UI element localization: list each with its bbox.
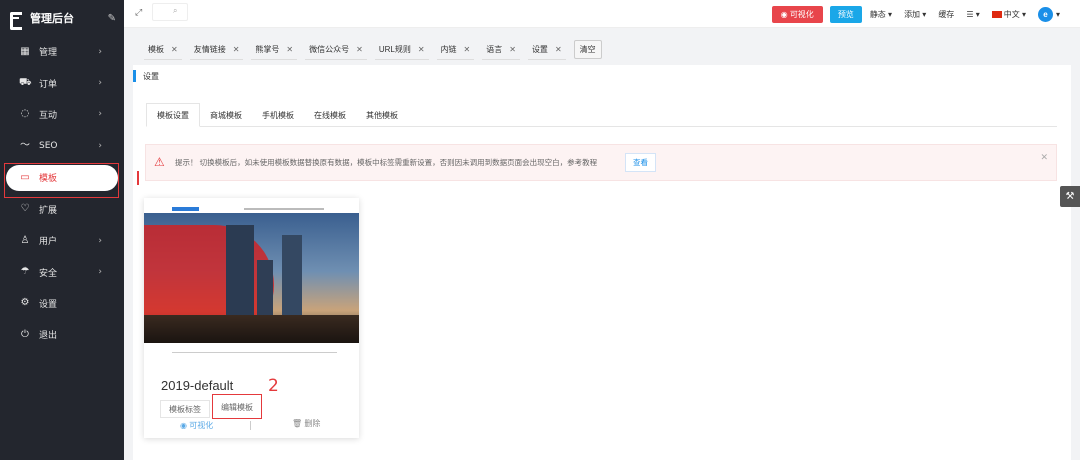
caret-down-icon: ▾ [920,9,927,19]
visual-button[interactable]: ◉ 可视化 [771,5,823,23]
caret-down-icon: ▾ [885,9,893,19]
caret-down-icon: ▾ [1055,9,1060,19]
highlight-box [4,163,119,198]
sidebar-item-settings[interactable]: ⚙ 设置 [0,288,124,319]
sidebar-item-user[interactable]: ♙ 用户 › [0,225,124,256]
brand: 管理后台 ✎ [0,0,124,36]
expand-icon[interactable]: ⤢ [135,7,142,18]
sidebar-item-interact[interactable]: ◌ 互动 › [0,99,124,130]
view-tutorial-button[interactable]: 查看 [625,153,656,172]
wrench-icon[interactable]: ⚒ [1060,186,1080,207]
subtab-online-templates[interactable]: 在线模板 [304,103,356,127]
search-icon: ⌕ [173,6,178,15]
umbrella-icon: ☂ [20,266,30,278]
user-menu[interactable]: e ▾ [1037,6,1060,22]
alert-message: 提示！ 切换模板后，如未使用模板数据替换原有数据，模板中标签需重新设置，否则因未… [175,158,598,167]
search-input[interactable]: ⌕ [152,3,188,21]
user-icon: ♙ [20,234,30,246]
tab-xiongzhang[interactable]: 熊掌号 ✕ [251,40,298,60]
sidebar: 管理后台 ✎ ▦ 管理 › ⛟ 订单 › ◌ 互动 › 〜 SEO › ▭ 模板… [0,0,124,460]
list-icon: ☰ [966,9,974,19]
tab-internal-links[interactable]: 内链 ✕ [436,40,475,60]
breadcrumb-marker [133,70,136,82]
eye-icon: ◉ [780,9,790,19]
chevron-right-icon: › [98,78,102,89]
sidebar-item-logout[interactable]: ⏻ 退出 [0,319,124,350]
main-panel: 设置 模板设置 商城模板 手机模板 在线模板 其他模板 ⚠ 提示！ 切换模板后，… [133,65,1071,460]
static-menu[interactable]: 静态 ▾ [870,9,892,20]
template-name: 2019-default [161,378,234,393]
preview-button[interactable]: 预览 [829,5,862,23]
subtab-other-templates[interactable]: 其他模板 [356,103,408,127]
template-card: 2019-default 模板标签 编辑模板 ◉ 可视化 🗑 删除 [144,198,359,438]
tab-language[interactable]: 语言 ✕ [482,40,520,60]
template-tags-button[interactable]: 模板标签 [160,400,210,418]
caret-down-icon: ▾ [1019,9,1026,19]
sidebar-item-orders[interactable]: ⛟ 订单 › [0,67,124,98]
divider [250,421,251,430]
close-icon[interactable]: ✕ [464,45,471,54]
sidebar-item-extend[interactable]: ♡ 扩展 [0,194,124,225]
cache-link[interactable]: 缓存 [938,9,954,20]
layout-menu[interactable]: ☰ ▾ [966,10,979,19]
logo-icon [8,11,22,30]
chevron-right-icon: › [98,46,102,57]
chat-icon: ◌ [20,108,30,120]
tab-wechat[interactable]: 微信公众号 ✕ [305,40,367,60]
tab-url-rules[interactable]: URL规则 ✕ [374,40,429,60]
template-thumbnail[interactable] [144,205,359,365]
close-icon[interactable]: ✕ [555,45,562,54]
close-icon[interactable]: ✕ [1040,152,1048,163]
warning-icon: ⚠ [154,155,165,169]
tab-friend-links[interactable]: 友情链接 ✕ [189,40,244,60]
app-title: 管理后台 [30,12,74,25]
close-icon[interactable]: ✕ [356,45,363,54]
visual-edit-link[interactable]: ◉ 可视化 [180,420,213,431]
sidebar-item-seo[interactable]: 〜 SEO › [0,130,124,161]
power-icon: ⏻ [21,328,29,340]
chevron-right-icon: › [98,109,102,120]
trash-icon: 🗑 [292,419,305,428]
chevron-right-icon: › [98,140,102,151]
edit-template-button[interactable]: 编辑模板 [212,394,262,419]
sidebar-item-manage[interactable]: ▦ 管理 › [0,36,124,67]
template-subtabs: 模板设置 商城模板 手机模板 在线模板 其他模板 [146,103,1057,127]
chevron-right-icon: › [98,235,102,246]
close-icon[interactable]: ✕ [509,45,516,54]
tab-settings[interactable]: 设置 ✕ [527,40,566,60]
subtab-mobile-templates[interactable]: 手机模板 [252,103,304,127]
caret-down-icon: ▾ [973,9,980,19]
heart-icon: ♡ [20,203,30,215]
breadcrumb: 设置 [143,72,159,81]
trend-icon: 〜 [20,139,30,151]
close-icon[interactable]: ✕ [418,45,425,54]
language-menu[interactable]: 中文 ▾ [991,9,1026,20]
subtab-mall-templates[interactable]: 商城模板 [200,103,252,127]
add-menu[interactable]: 添加 ▾ [904,9,926,20]
delete-link[interactable]: 🗑 删除 [292,418,320,429]
close-icon[interactable]: ✕ [233,45,240,54]
annotation-marker [137,171,139,185]
page-tabs: 模板 ✕ 友情链接 ✕ 熊掌号 ✕ 微信公众号 ✕ URL规则 ✕ 内链 ✕ 语言 ✕ 设置 ✕… [144,40,602,60]
eye-icon: ◉ [180,421,190,430]
close-icon[interactable]: ✕ [171,45,178,54]
close-icon[interactable]: ✕ [286,45,293,54]
cart-icon: ⛟ [19,77,32,89]
topbar: ⤢ ⌕ ◉ 可视化 预览 静态 ▾ 添加 ▾ 缓存 ☰ ▾ 中文 ▾ e ▾ [124,0,1080,28]
tip-alert: ⚠ 提示！ 切换模板后，如未使用模板数据替换原有数据，模板中标签需重新设置，否则… [145,144,1057,181]
sidebar-item-security[interactable]: ☂ 安全 › [0,256,124,287]
annotation-number: 2 [268,376,279,396]
gear-icon: ⚙ [20,297,30,309]
subtab-template-settings[interactable]: 模板设置 [146,103,200,127]
avatar: e [1037,6,1053,22]
tab-template[interactable]: 模板 ✕ [144,40,182,60]
pin-icon[interactable]: ✎ [108,13,116,24]
clear-tabs-button[interactable]: 清空 [573,40,602,59]
chevron-right-icon: › [98,267,102,278]
grid-icon: ▦ [20,45,30,57]
topbar-actions: ◉ 可视化 预览 静态 ▾ 添加 ▾ 缓存 ☰ ▾ 中文 ▾ e ▾ [771,0,1080,28]
china-flag-icon [991,10,1002,18]
